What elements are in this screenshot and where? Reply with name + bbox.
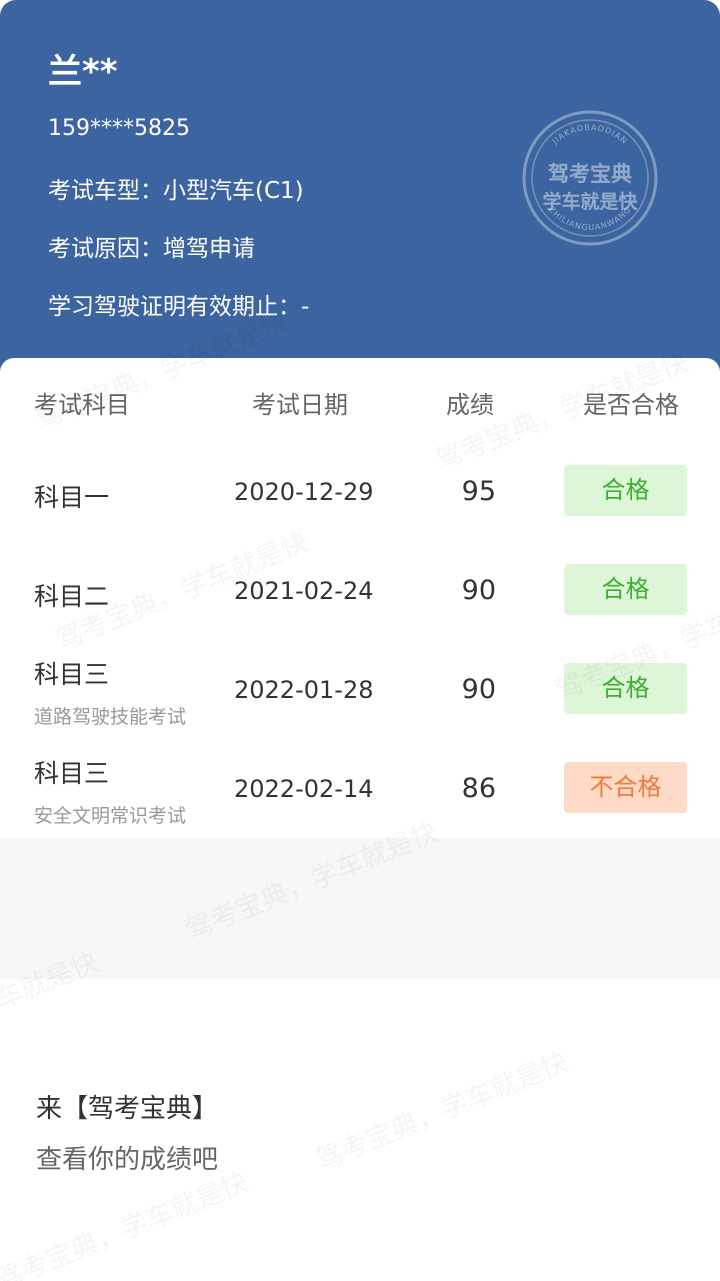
row-subject: 科目一 xyxy=(34,483,110,512)
pass-badge: 合格 xyxy=(564,564,687,615)
table-row: 科目一 2020-12-29 95 合格 xyxy=(0,442,720,541)
row-subject: 科目二 xyxy=(34,582,110,611)
seal-line1: 驾考宝典 xyxy=(548,162,632,186)
row-date: 2021-02-24 xyxy=(234,577,374,605)
exam-reason: 考试原因：增驾申请 xyxy=(48,236,255,262)
row-subject-detail: 安全文明常识考试 xyxy=(34,805,187,827)
user-phone: 159****5825 xyxy=(48,116,190,141)
table-row: 科目三 道路驾驶技能考试 2022-01-28 90 合格 xyxy=(0,640,720,739)
fail-badge: 不合格 xyxy=(564,762,687,813)
section-divider xyxy=(0,838,720,979)
table-row: 科目三 安全文明常识考试 2022-02-14 86 不合格 xyxy=(0,739,720,838)
header-score: 成绩 xyxy=(446,391,494,419)
watermark-text: 驾考宝典，学车就是快 xyxy=(0,1167,253,1281)
header-date: 考试日期 xyxy=(252,391,348,419)
row-score: 95 xyxy=(461,476,496,507)
user-info-header: 兰** 159****5825 考试车型：小型汽车(C1) 考试原因：增驾申请 … xyxy=(0,0,720,372)
row-subject: 科目三 xyxy=(34,759,110,788)
license-validity: 学习驾驶证明有效期止：- xyxy=(48,294,310,320)
row-subject-detail: 道路驾驶技能考试 xyxy=(34,706,187,728)
row-score: 90 xyxy=(461,575,496,606)
row-date: 2020-12-29 xyxy=(234,478,374,506)
header-passed: 是否合格 xyxy=(583,391,679,419)
jiakao-seal-stamp: JIAKAOBAODIAN 驾考宝典 学车就是快 ZHILIANGUANWANG xyxy=(522,110,658,246)
row-subject: 科目三 xyxy=(34,660,110,689)
row-date: 2022-01-28 xyxy=(234,676,374,704)
header-subject: 考试科目 xyxy=(34,391,130,419)
promo-title: 来【驾考宝典】 xyxy=(36,1094,219,1124)
row-score: 90 xyxy=(461,674,496,705)
user-name: 兰** xyxy=(48,52,118,92)
row-score: 86 xyxy=(461,773,496,804)
exam-car-type: 考试车型：小型汽车(C1) xyxy=(48,178,304,204)
promo-subtitle: 查看你的成绩吧 xyxy=(36,1145,219,1175)
pass-badge: 合格 xyxy=(564,663,687,714)
pass-badge: 合格 xyxy=(564,465,687,516)
watermark-text: 驾考宝典，学车就是快 xyxy=(311,1047,573,1177)
row-date: 2022-02-14 xyxy=(234,775,374,803)
table-row: 科目二 2021-02-24 90 合格 xyxy=(0,541,720,640)
